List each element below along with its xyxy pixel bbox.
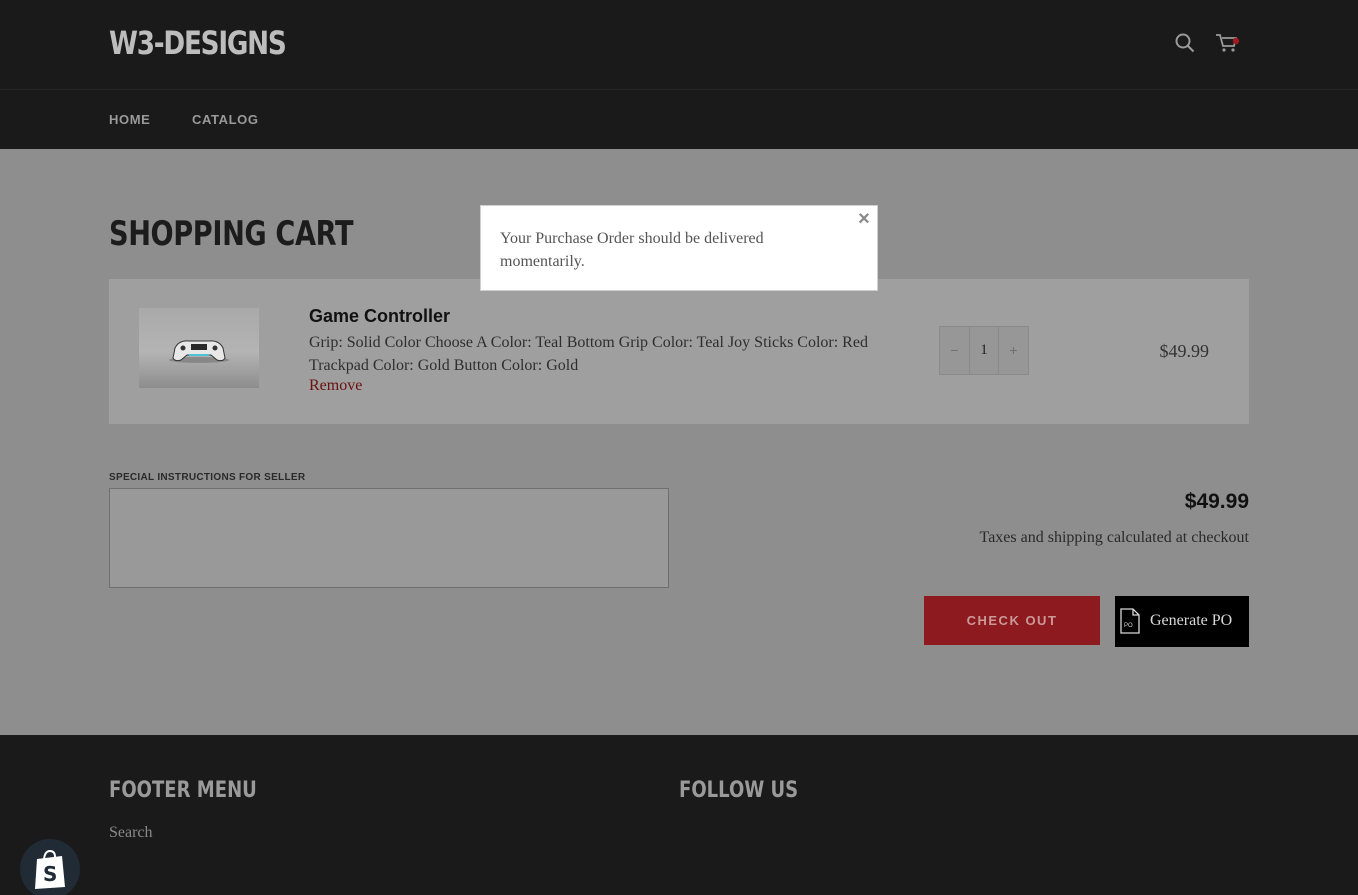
search-icon[interactable] [1174, 32, 1196, 54]
footer-link-search[interactable]: Search [109, 824, 153, 842]
instructions-label: SPECIAL INSTRUCTIONS FOR SELLER [109, 472, 306, 483]
header-divider [0, 89, 1358, 90]
generate-po-button[interactable]: PO Generate PO [1115, 596, 1249, 647]
product-image[interactable] [139, 308, 259, 388]
nav-item-catalog[interactable]: CATALOG [192, 112, 259, 127]
nav-item-home[interactable]: HOME [109, 112, 150, 127]
site-header: W3-DESIGNS HOME CATALOG [0, 0, 1358, 149]
site-logo[interactable]: W3-DESIGNS [109, 24, 287, 62]
follow-us-heading: FOLLOW US [679, 778, 799, 803]
close-icon[interactable]: × [856, 209, 872, 229]
quantity-decrease-button[interactable]: − [940, 327, 969, 374]
footer-menu-heading: FOOTER MENU [109, 778, 257, 803]
product-variant: Grip: Solid Color Choose A Color: Teal B… [309, 334, 868, 374]
po-document-icon: PO [1120, 608, 1140, 634]
quantity-stepper: − 1 + [939, 326, 1029, 375]
quantity-input[interactable]: 1 [969, 327, 999, 374]
cart-count-dot [1232, 37, 1240, 45]
modal-message: Your Purchase Order should be delivered … [500, 230, 764, 270]
remove-link[interactable]: Remove [309, 377, 362, 395]
page-title: SHOPPING CART [109, 214, 354, 254]
po-notification-modal: Your Purchase Order should be delivered … [480, 205, 878, 291]
tax-note: Taxes and shipping calculated at checkou… [979, 529, 1249, 546]
generate-po-label: Generate PO [1150, 612, 1233, 629]
line-price: $49.99 [1159, 341, 1210, 361]
cart-subtotal: $49.99 [1184, 490, 1249, 513]
svg-text:S: S [43, 862, 57, 886]
instructions-textarea[interactable] [109, 488, 669, 588]
cart-icon[interactable] [1215, 32, 1241, 54]
checkout-button[interactable]: CHECK OUT [924, 596, 1100, 645]
product-title[interactable]: Game Controller [309, 306, 450, 327]
site-footer [0, 735, 1358, 895]
svg-text:PO: PO [1124, 623, 1133, 629]
shopify-bag-icon[interactable]: S [20, 839, 80, 895]
quantity-increase-button[interactable]: + [999, 327, 1028, 374]
